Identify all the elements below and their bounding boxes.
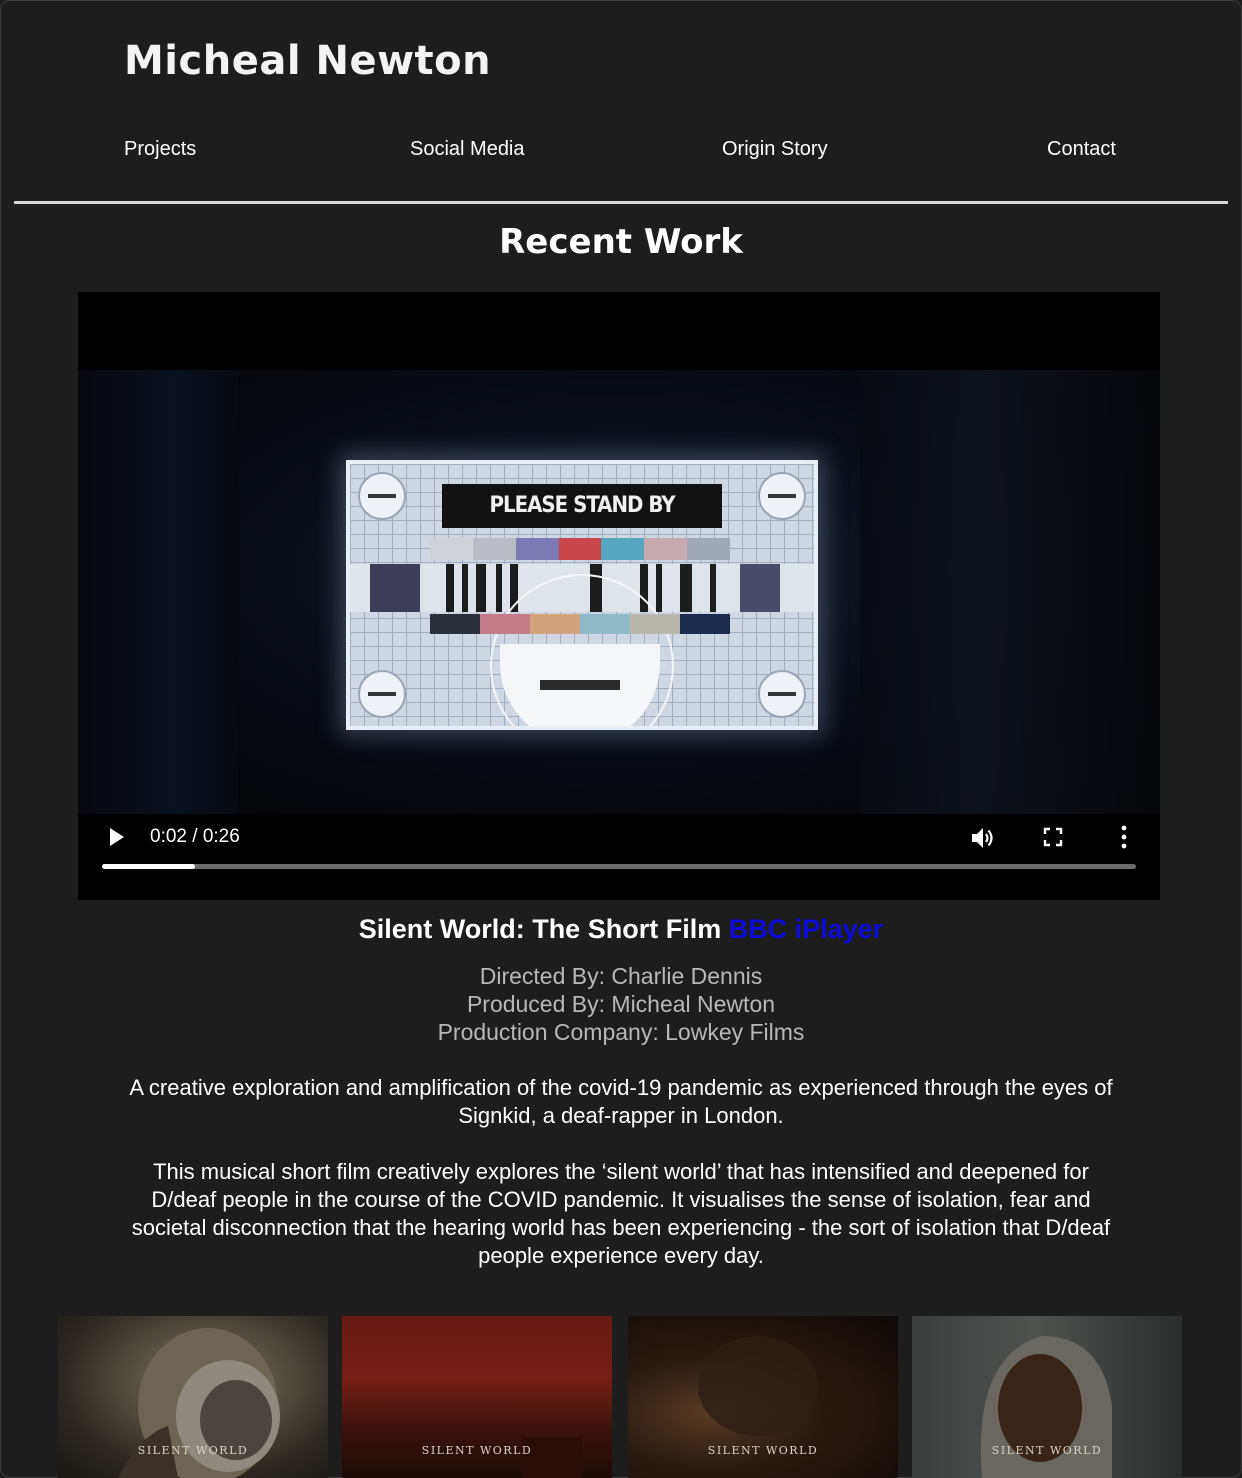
bbc-iplayer-link[interactable]: BBC iPlayer	[729, 914, 884, 944]
more-options-icon[interactable]	[1116, 824, 1132, 850]
thumbnail-gas-mask[interactable]: SILENT WORLD	[58, 1316, 328, 1478]
film-title: Silent World: The Short Film BBC iPlayer	[0, 914, 1242, 945]
test-card-circle	[758, 670, 806, 718]
test-card-banner: PLEASE STAND BY	[442, 484, 722, 528]
video-player[interactable]: PLEASE STAND BY 0:02 / 0:26	[78, 292, 1160, 900]
video-progress-bar[interactable]	[102, 864, 1136, 869]
video-time: 0:02 / 0:26	[150, 826, 240, 847]
fullscreen-icon[interactable]	[1042, 826, 1064, 848]
credit-producer: Produced By: Micheal Newton	[466, 991, 776, 1017]
film-summary: A creative exploration and amplification…	[129, 1075, 1113, 1128]
thumbnail-caption: SILENT WORLD	[707, 1444, 819, 1457]
play-icon[interactable]	[110, 828, 124, 846]
film-credits: Directed By: Charlie Dennis Produced By:…	[0, 962, 1242, 1046]
test-card-color-bars-lower	[430, 614, 730, 634]
test-card-circle	[358, 670, 406, 718]
film-description: This musical short film creatively explo…	[131, 1159, 1111, 1268]
nav-social-media[interactable]: Social Media	[410, 138, 525, 161]
thumbnail-hooded-man[interactable]: SILENT WORLD	[912, 1316, 1182, 1478]
test-card-circle	[358, 472, 406, 520]
credit-production-company: Production Company: Lowkey Films	[437, 1019, 805, 1045]
nav-origin-story[interactable]: Origin Story	[722, 138, 828, 161]
volume-icon[interactable]	[970, 826, 996, 850]
nav-projects[interactable]: Projects	[124, 138, 196, 161]
video-frame-shadow-left	[78, 370, 238, 814]
test-card-lower-semicircle	[500, 644, 660, 726]
test-card-image: PLEASE STAND BY	[346, 460, 818, 730]
thumbnail-caption: SILENT WORLD	[991, 1444, 1103, 1457]
video-frame-shadow-right	[860, 370, 1160, 814]
thumbnail-red-room[interactable]: SILENT WORLD	[342, 1316, 612, 1478]
video-frame: PLEASE STAND BY	[78, 370, 1160, 814]
video-controls: 0:02 / 0:26	[78, 814, 1160, 900]
site-title[interactable]: Micheal Newton	[124, 38, 491, 84]
test-card-circle	[758, 472, 806, 520]
credit-director: Directed By: Charlie Dennis	[479, 963, 763, 989]
thumbnail-caption: SILENT WORLD	[421, 1444, 533, 1457]
film-title-text: Silent World: The Short Film	[358, 914, 722, 944]
video-progress-fill	[102, 864, 196, 869]
thumbnail-caption: SILENT WORLD	[137, 1444, 249, 1457]
header-divider	[14, 201, 1228, 204]
nav-contact[interactable]: Contact	[1047, 138, 1116, 161]
section-title: Recent Work	[499, 222, 743, 262]
test-card-color-bars	[430, 538, 731, 560]
thumbnail-dark-portrait[interactable]: SILENT WORLD	[628, 1316, 898, 1478]
